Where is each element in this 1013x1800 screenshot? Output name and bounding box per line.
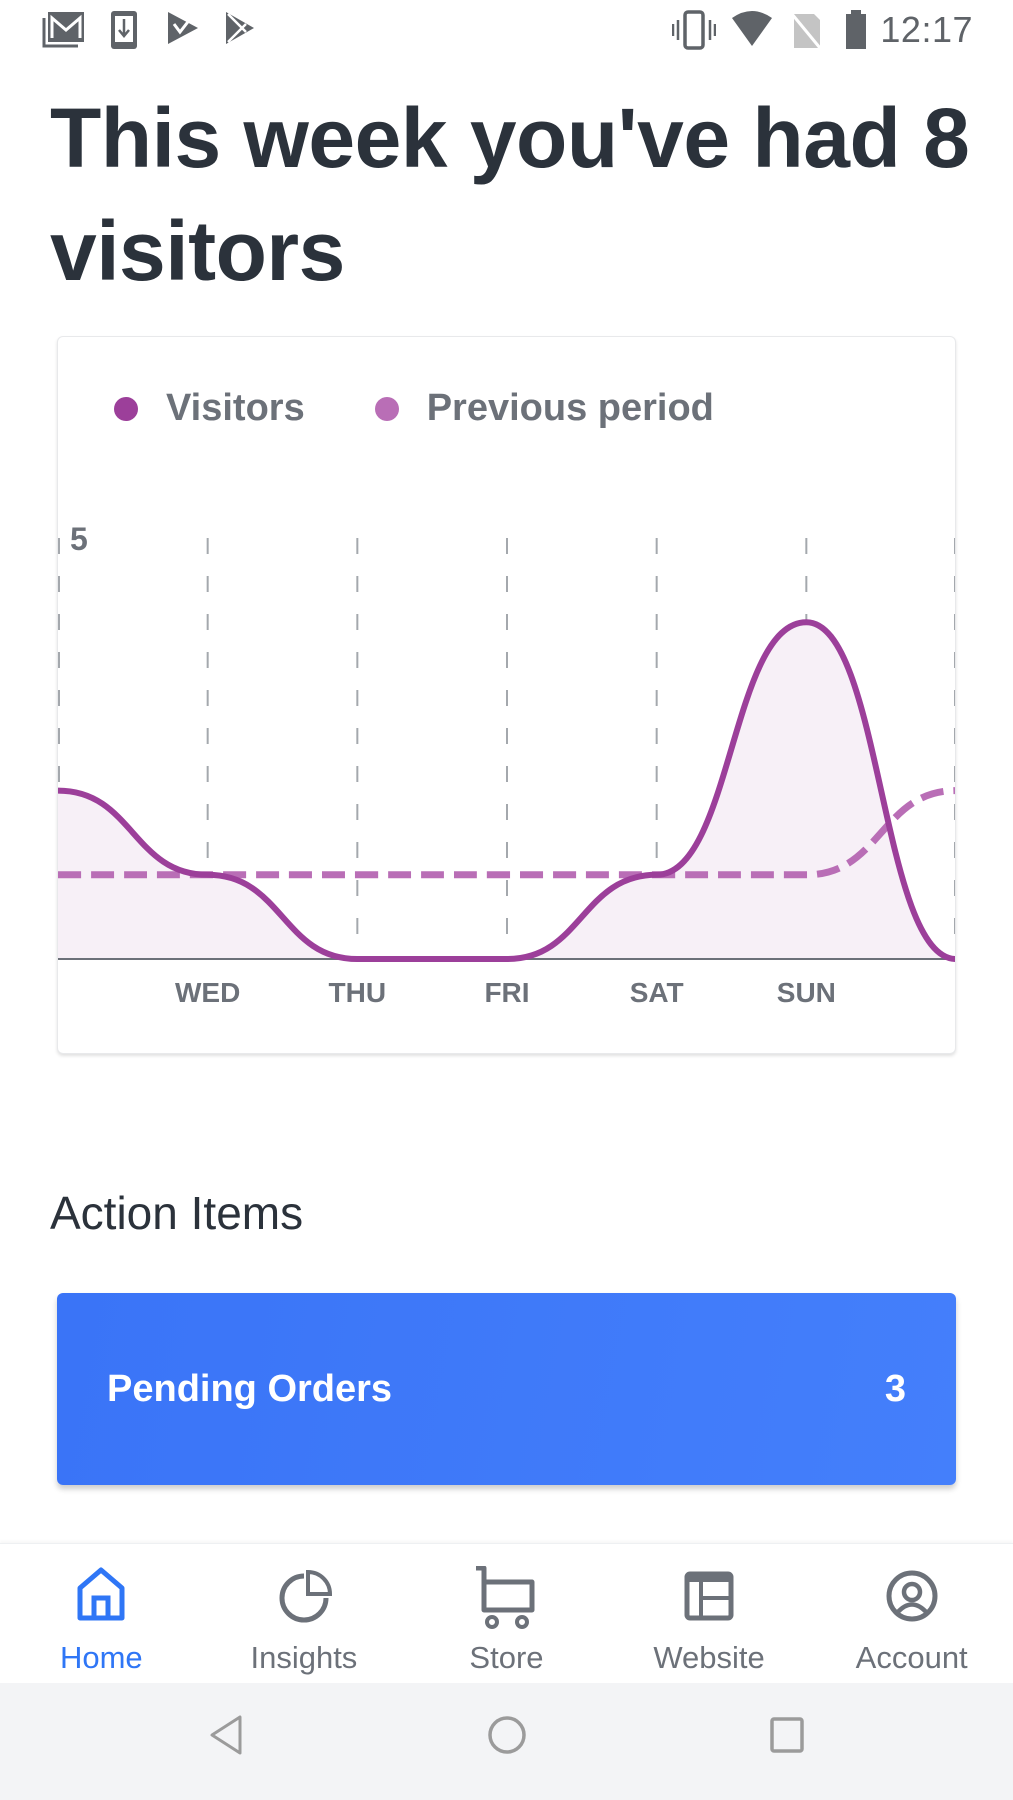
visitors-area-fill xyxy=(58,622,955,960)
nav-label-store: Store xyxy=(469,1640,544,1675)
gmail-icon xyxy=(42,10,86,48)
pending-orders-label: Pending Orders xyxy=(107,1367,393,1410)
recents-icon[interactable] xyxy=(769,1715,805,1760)
download-icon xyxy=(110,10,138,50)
clock: 12:17 xyxy=(880,9,973,50)
nav-item-home[interactable]: Home xyxy=(0,1544,203,1683)
home-icon xyxy=(77,1567,125,1621)
x-tick-thu: THU xyxy=(329,977,387,1008)
nav-item-insights[interactable]: Insights xyxy=(203,1544,406,1683)
home-circle-icon[interactable] xyxy=(487,1715,527,1760)
layout-icon xyxy=(684,1571,734,1621)
nav-label-insights: Insights xyxy=(250,1640,358,1675)
battery-icon xyxy=(844,10,868,50)
action-items-title: Action Items xyxy=(50,1187,304,1239)
x-tick-sun: SUN xyxy=(777,977,836,1008)
no-sim-icon xyxy=(790,10,824,50)
pie-chart-icon xyxy=(279,1569,332,1623)
play-store-icon xyxy=(224,10,256,46)
status-bar: 12:17 xyxy=(0,0,1013,60)
task-check-icon xyxy=(166,10,200,46)
wifi-icon xyxy=(730,10,774,48)
x-tick-fri: FRI xyxy=(484,977,529,1008)
nav-label-website: Website xyxy=(653,1640,765,1675)
nav-label-account: Account xyxy=(855,1640,968,1675)
pending-orders-count: 3 xyxy=(884,1367,906,1410)
system-nav-bar xyxy=(0,1683,1013,1800)
chart-plot[interactable]: WED THU FRI SAT SUN 5 xyxy=(58,337,956,1054)
vibrate-icon xyxy=(672,10,716,50)
page-title: This week you've had 8 visitors xyxy=(50,91,970,298)
x-tick-wed: WED xyxy=(175,977,240,1008)
account-icon xyxy=(886,1570,938,1622)
cart-icon xyxy=(476,1566,535,1629)
back-icon[interactable] xyxy=(208,1715,244,1760)
nav-item-account[interactable]: Account xyxy=(810,1544,1013,1683)
visitors-chart-card: Visitors Previous period WED THU FRI SAT SUN… xyxy=(57,336,956,1054)
nav-item-store[interactable]: Store xyxy=(405,1544,608,1683)
nav-item-website[interactable]: Website xyxy=(608,1544,811,1683)
nav-label-home: Home xyxy=(59,1640,143,1675)
pending-orders-card[interactable]: Pending Orders 3 xyxy=(57,1293,956,1485)
x-tick-sat: SAT xyxy=(630,977,684,1008)
bottom-nav: Home Insights Store Website Account xyxy=(0,1543,1013,1683)
y-tick-max: 5 xyxy=(70,521,88,557)
